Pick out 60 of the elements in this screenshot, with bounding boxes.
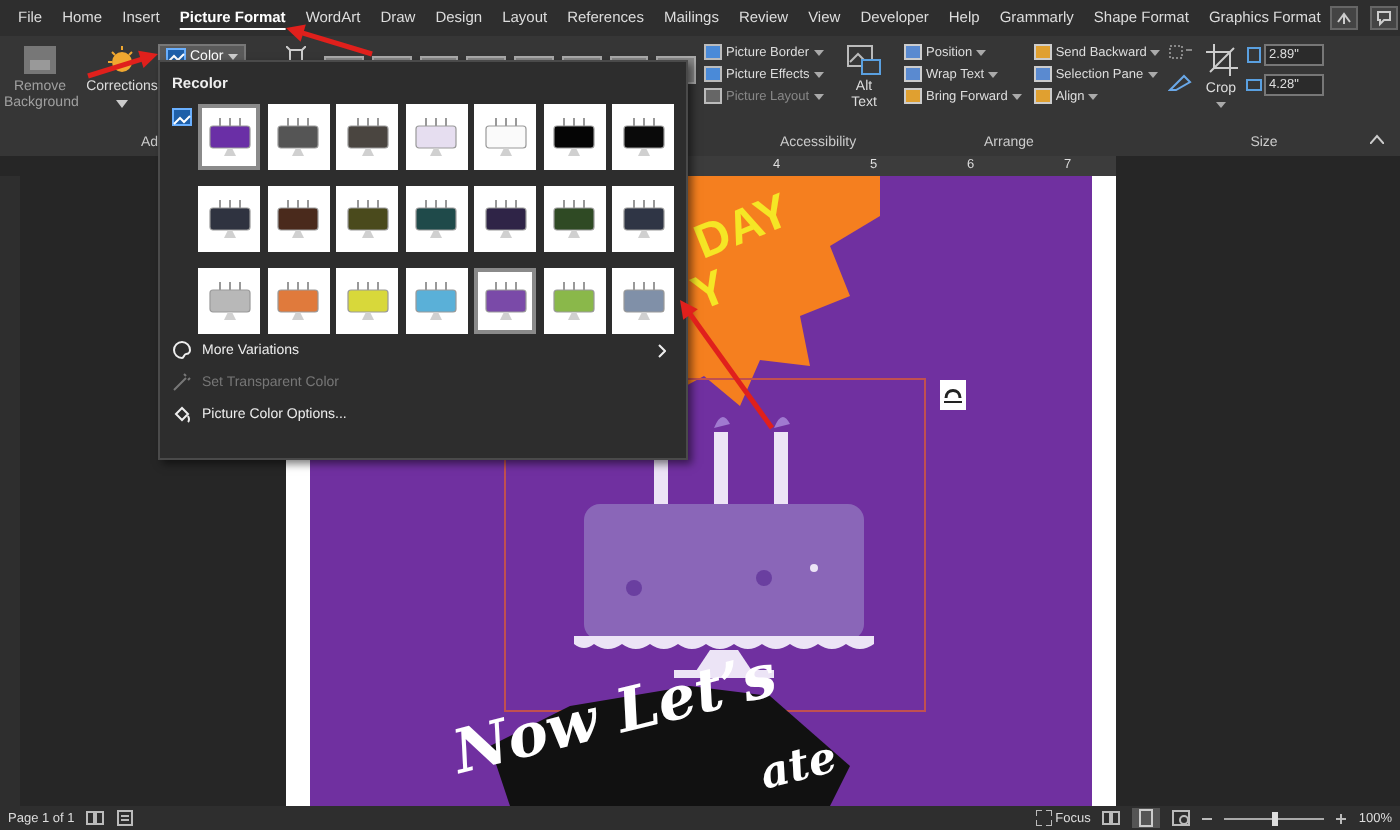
palette-icon [172, 340, 192, 360]
recolor-swatch[interactable] [405, 186, 467, 252]
share-icon[interactable] [1330, 6, 1359, 30]
zoom-in-icon[interactable] [1336, 813, 1347, 823]
caret-icon [116, 100, 128, 108]
recolor-swatch[interactable] [612, 186, 674, 252]
picture-icon [172, 108, 192, 126]
recolor-swatch[interactable] [405, 104, 467, 170]
recolor-swatch[interactable] [336, 268, 398, 334]
recolor-swatch[interactable] [267, 104, 329, 170]
focus-icon [1035, 810, 1052, 826]
recolor-swatch[interactable] [405, 268, 467, 334]
rotate-icon[interactable] [1168, 74, 1193, 92]
recolor-swatch[interactable] [474, 186, 536, 252]
collapse-ribbon-icon[interactable] [1370, 134, 1384, 144]
picture-icon [22, 44, 58, 76]
recolor-swatch[interactable] [198, 268, 260, 334]
document-icon[interactable] [116, 810, 135, 826]
read-mode-icon[interactable] [1102, 810, 1121, 826]
width-icon [1245, 76, 1261, 94]
caret-icon [1011, 93, 1022, 99]
print-layout-icon[interactable] [1132, 808, 1161, 828]
compress-icon[interactable] [285, 46, 306, 66]
layout-options-icon[interactable] [940, 380, 966, 410]
crop-icon [1205, 44, 1237, 76]
annotation-arrow [286, 24, 373, 57]
recolor-swatch[interactable] [612, 104, 674, 170]
height-icon [1245, 46, 1261, 64]
recolor-swatch[interactable] [336, 186, 398, 252]
caret-icon [813, 93, 824, 99]
caret-icon [1216, 102, 1226, 108]
caret-icon [1147, 71, 1158, 77]
recolor-swatch[interactable] [612, 268, 674, 334]
web-layout-icon[interactable] [1172, 810, 1191, 826]
recolor-swatch[interactable] [474, 104, 536, 170]
recolor-swatch[interactable] [267, 186, 329, 252]
recolor-swatch[interactable] [474, 268, 536, 334]
recolor-swatch[interactable] [543, 186, 605, 252]
poster-headline: ate [754, 731, 842, 801]
caret-icon [976, 49, 987, 55]
caret-icon [1088, 93, 1099, 99]
wand-icon [172, 372, 192, 392]
recolor-swatch[interactable] [543, 268, 605, 334]
chevron-right-icon [658, 343, 666, 357]
group-icon[interactable] [1168, 44, 1193, 62]
recolor-swatch[interactable] [198, 104, 260, 170]
picture-icon [846, 44, 882, 76]
book-icon[interactable] [86, 810, 105, 826]
zoom-out-icon[interactable] [1202, 813, 1213, 823]
recolor-swatch[interactable] [198, 186, 260, 252]
caret-icon [988, 71, 999, 77]
recolor-swatch[interactable] [336, 104, 398, 170]
recolor-swatch[interactable] [543, 104, 605, 170]
paint-bucket-icon [172, 404, 192, 424]
caret-icon [813, 71, 824, 77]
annotation-arrow [87, 50, 158, 79]
caret-icon [813, 49, 824, 55]
caret-icon [1150, 49, 1161, 55]
recolor-swatch[interactable] [267, 268, 329, 334]
comment-icon[interactable] [1370, 6, 1399, 30]
